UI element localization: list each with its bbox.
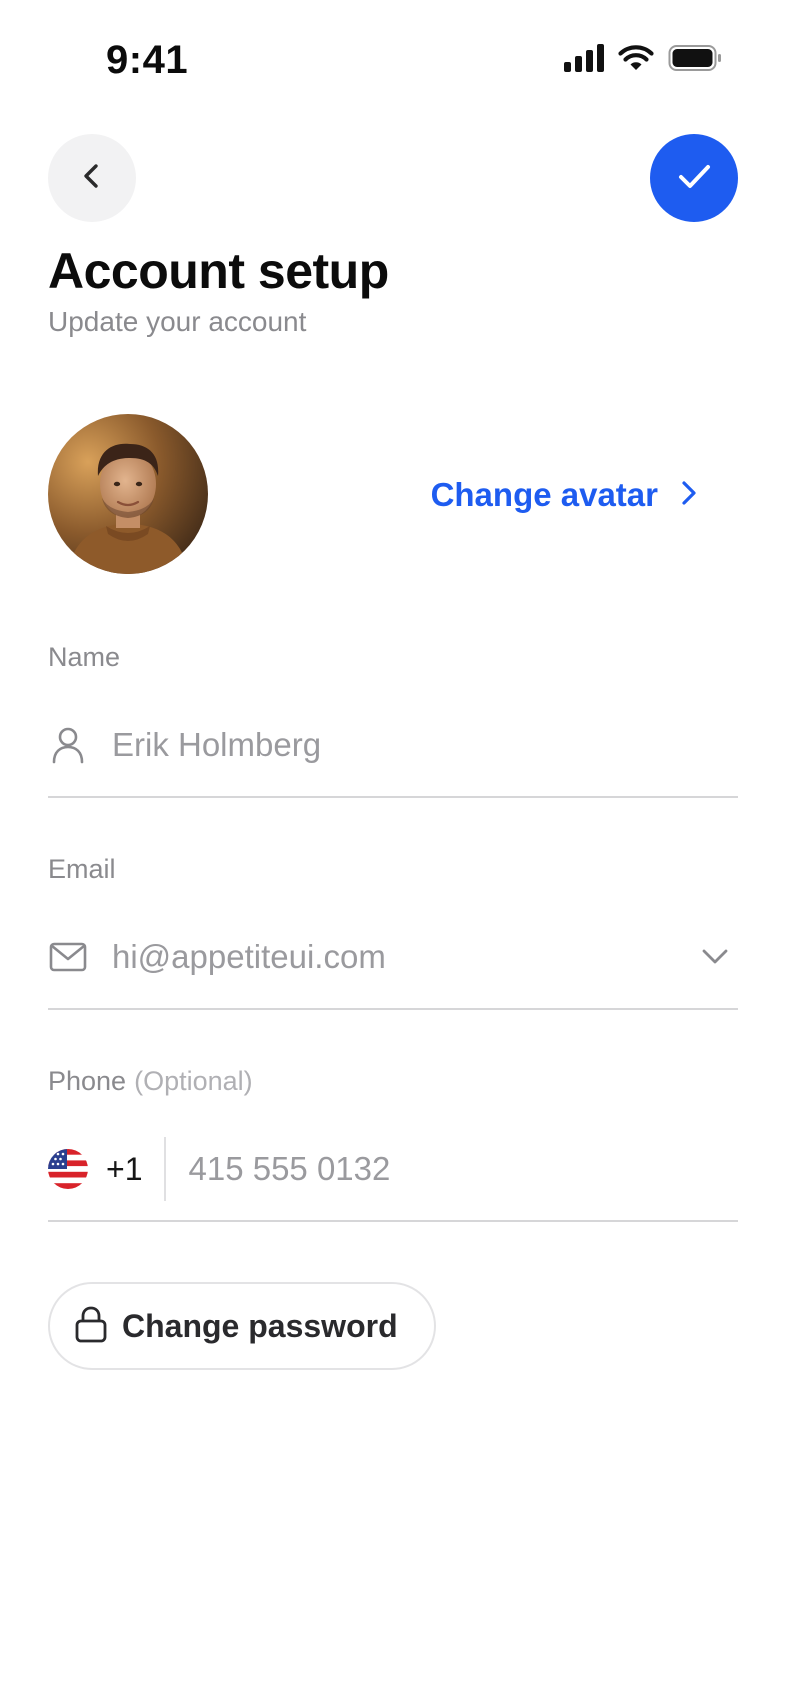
status-icons <box>564 44 722 77</box>
phone-label-text: Phone <box>48 1066 127 1096</box>
phone-field[interactable]: +1 415 555 0132 <box>48 1118 738 1222</box>
chevron-left-icon <box>77 161 107 196</box>
optional-label: (Optional) <box>134 1066 253 1096</box>
phone-label: Phone (Optional) <box>48 1066 253 1097</box>
change-avatar-label: Change avatar <box>430 476 658 513</box>
email-label: Email <box>48 854 116 884</box>
page-subtitle: Update your account <box>48 306 307 337</box>
user-icon <box>48 726 88 764</box>
email-field[interactable]: hi@appetiteui.com <box>48 906 738 1010</box>
name-field[interactable]: Erik Holmberg <box>48 694 738 798</box>
status-bar: 9:41 <box>0 0 786 120</box>
phone-divider <box>164 1137 167 1201</box>
confirm-button[interactable] <box>650 134 738 222</box>
wifi-icon <box>618 44 654 77</box>
lock-icon <box>74 1305 108 1348</box>
change-password-button[interactable]: Change password <box>48 1282 436 1370</box>
status-time: 9:41 <box>106 38 189 82</box>
phone-value: 415 555 0132 <box>188 1150 391 1187</box>
name-value: Erik Holmberg <box>112 726 322 763</box>
name-label: Name <box>48 642 121 672</box>
change-password-label: Change password <box>122 1307 398 1344</box>
back-button[interactable] <box>48 134 136 222</box>
email-value: hi@appetiteui.com <box>112 938 386 975</box>
page-title: Account setup <box>48 243 389 299</box>
checkmark-icon <box>674 156 714 201</box>
change-avatar-link[interactable]: Change avatar <box>431 476 698 514</box>
avatar[interactable] <box>48 414 208 574</box>
chevron-down-icon[interactable] <box>700 949 730 965</box>
battery-icon <box>668 44 722 77</box>
mail-icon <box>48 942 88 972</box>
us-flag-icon[interactable] <box>48 1149 88 1189</box>
cellular-signal-icon <box>564 44 604 77</box>
dial-code[interactable]: +1 <box>106 1151 142 1188</box>
chevron-right-icon <box>680 476 698 514</box>
